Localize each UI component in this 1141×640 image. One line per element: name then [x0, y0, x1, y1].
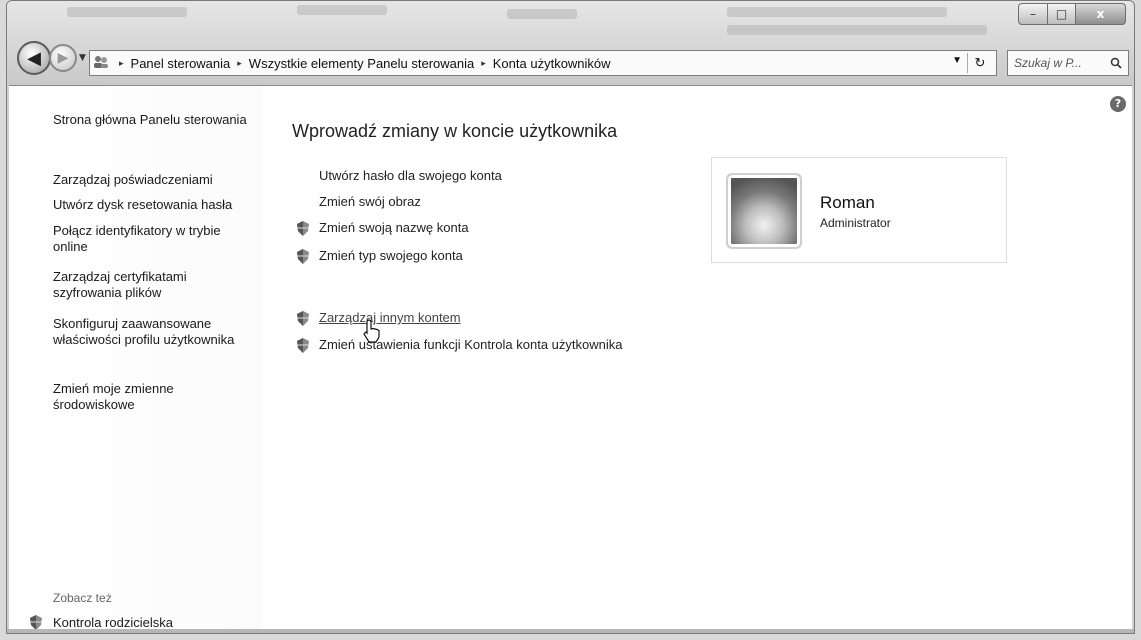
control-panel-window: – □ x ◀ ▶ ▼ ▸ Panel sterowania ▸ Wszystk…: [6, 0, 1135, 634]
caption-buttons: – □ x: [1018, 3, 1126, 25]
breadcrumb-separator[interactable]: ▸: [237, 58, 242, 69]
sidebar-item-control-panel-home[interactable]: Strona główna Panelu sterowania: [53, 112, 253, 128]
search-placeholder: Szukaj w P...: [1014, 56, 1082, 70]
user-avatar: [726, 173, 802, 249]
sidebar-item-advanced-profile[interactable]: Skonfiguruj zaawansowane właściwości pro…: [53, 316, 253, 348]
address-dropdown-icon[interactable]: ▼: [952, 55, 962, 66]
breadcrumb-panel-sterowania[interactable]: Panel sterowania: [131, 56, 231, 71]
task-create-password[interactable]: Utwórz hasło dla swojego konta: [319, 168, 502, 183]
forward-arrow-icon: ▶: [57, 50, 69, 66]
sidebar-item-parental-controls[interactable]: Kontrola rodzicielska: [53, 615, 173, 630]
window-bottom-border: [7, 629, 1134, 633]
blurred-background: [297, 5, 387, 15]
shield-icon: [296, 311, 310, 326]
sidebar-item-encryption-certificates[interactable]: Zarządzaj certyfikatami szyfrowania plik…: [53, 269, 253, 301]
task-change-account-type[interactable]: Zmień typ swojego konta: [319, 248, 463, 263]
breadcrumb-separator[interactable]: ▸: [119, 58, 124, 69]
recent-pages-dropdown[interactable]: ▼: [79, 53, 86, 63]
breadcrumb-konta-uzytkownikow[interactable]: Konta użytkowników: [493, 56, 611, 71]
user-name: Roman: [820, 193, 875, 212]
forward-button[interactable]: ▶: [49, 44, 77, 72]
back-button[interactable]: ◀: [17, 41, 51, 75]
shield-icon: [296, 221, 310, 236]
shield-icon: [296, 338, 310, 353]
task-manage-another-account[interactable]: Zarządzaj innym kontem: [319, 310, 461, 325]
maximize-button[interactable]: □: [1048, 3, 1076, 25]
page-title: Wprowadź zmiany w koncie użytkownika: [292, 121, 618, 141]
shield-icon: [29, 615, 43, 630]
help-icon[interactable]: ?: [1110, 96, 1126, 112]
user-account-card: Roman Administrator: [711, 157, 1007, 263]
breadcrumb-separator[interactable]: ▸: [481, 58, 486, 69]
task-change-picture[interactable]: Zmień swój obraz: [319, 194, 421, 209]
hand-cursor-icon: [363, 319, 381, 349]
sidebar-item-link-online-ids[interactable]: Połącz identyfikatory w trybie online: [53, 223, 253, 255]
content-area: Strona główna Panelu sterowania Zarządza…: [9, 85, 1132, 632]
control-panel-icon: [90, 55, 112, 72]
blurred-background: [67, 7, 187, 17]
back-arrow-icon: ◀: [27, 47, 41, 69]
user-role: Administrator: [820, 216, 891, 230]
search-icon[interactable]: [1110, 51, 1122, 77]
sidebar: Strona główna Panelu sterowania Zarządza…: [9, 86, 261, 632]
sidebar-item-manage-credentials[interactable]: Zarządzaj poświadczeniami: [53, 172, 253, 188]
blurred-background: [727, 7, 947, 17]
refresh-icon[interactable]: ↻: [967, 53, 992, 73]
search-input[interactable]: Szukaj w P...: [1007, 50, 1129, 76]
minimize-button[interactable]: –: [1018, 3, 1048, 25]
breadcrumb-wszystkie-elementy[interactable]: Wszystkie elementy Panelu sterowania: [249, 56, 474, 71]
task-change-account-name[interactable]: Zmień swoją nazwę konta: [319, 220, 469, 235]
shield-icon: [296, 249, 310, 264]
address-bar[interactable]: ▸ Panel sterowania ▸ Wszystkie elementy …: [89, 50, 997, 76]
close-button[interactable]: x: [1076, 3, 1126, 25]
sidebar-item-reset-disk[interactable]: Utwórz dysk resetowania hasła: [53, 197, 253, 213]
blurred-background: [727, 25, 987, 35]
see-also-heading: Zobacz też: [53, 591, 112, 605]
blurred-background: [507, 9, 577, 19]
sidebar-item-environment-variables[interactable]: Zmień moje zmienne środowiskowe: [53, 381, 253, 413]
